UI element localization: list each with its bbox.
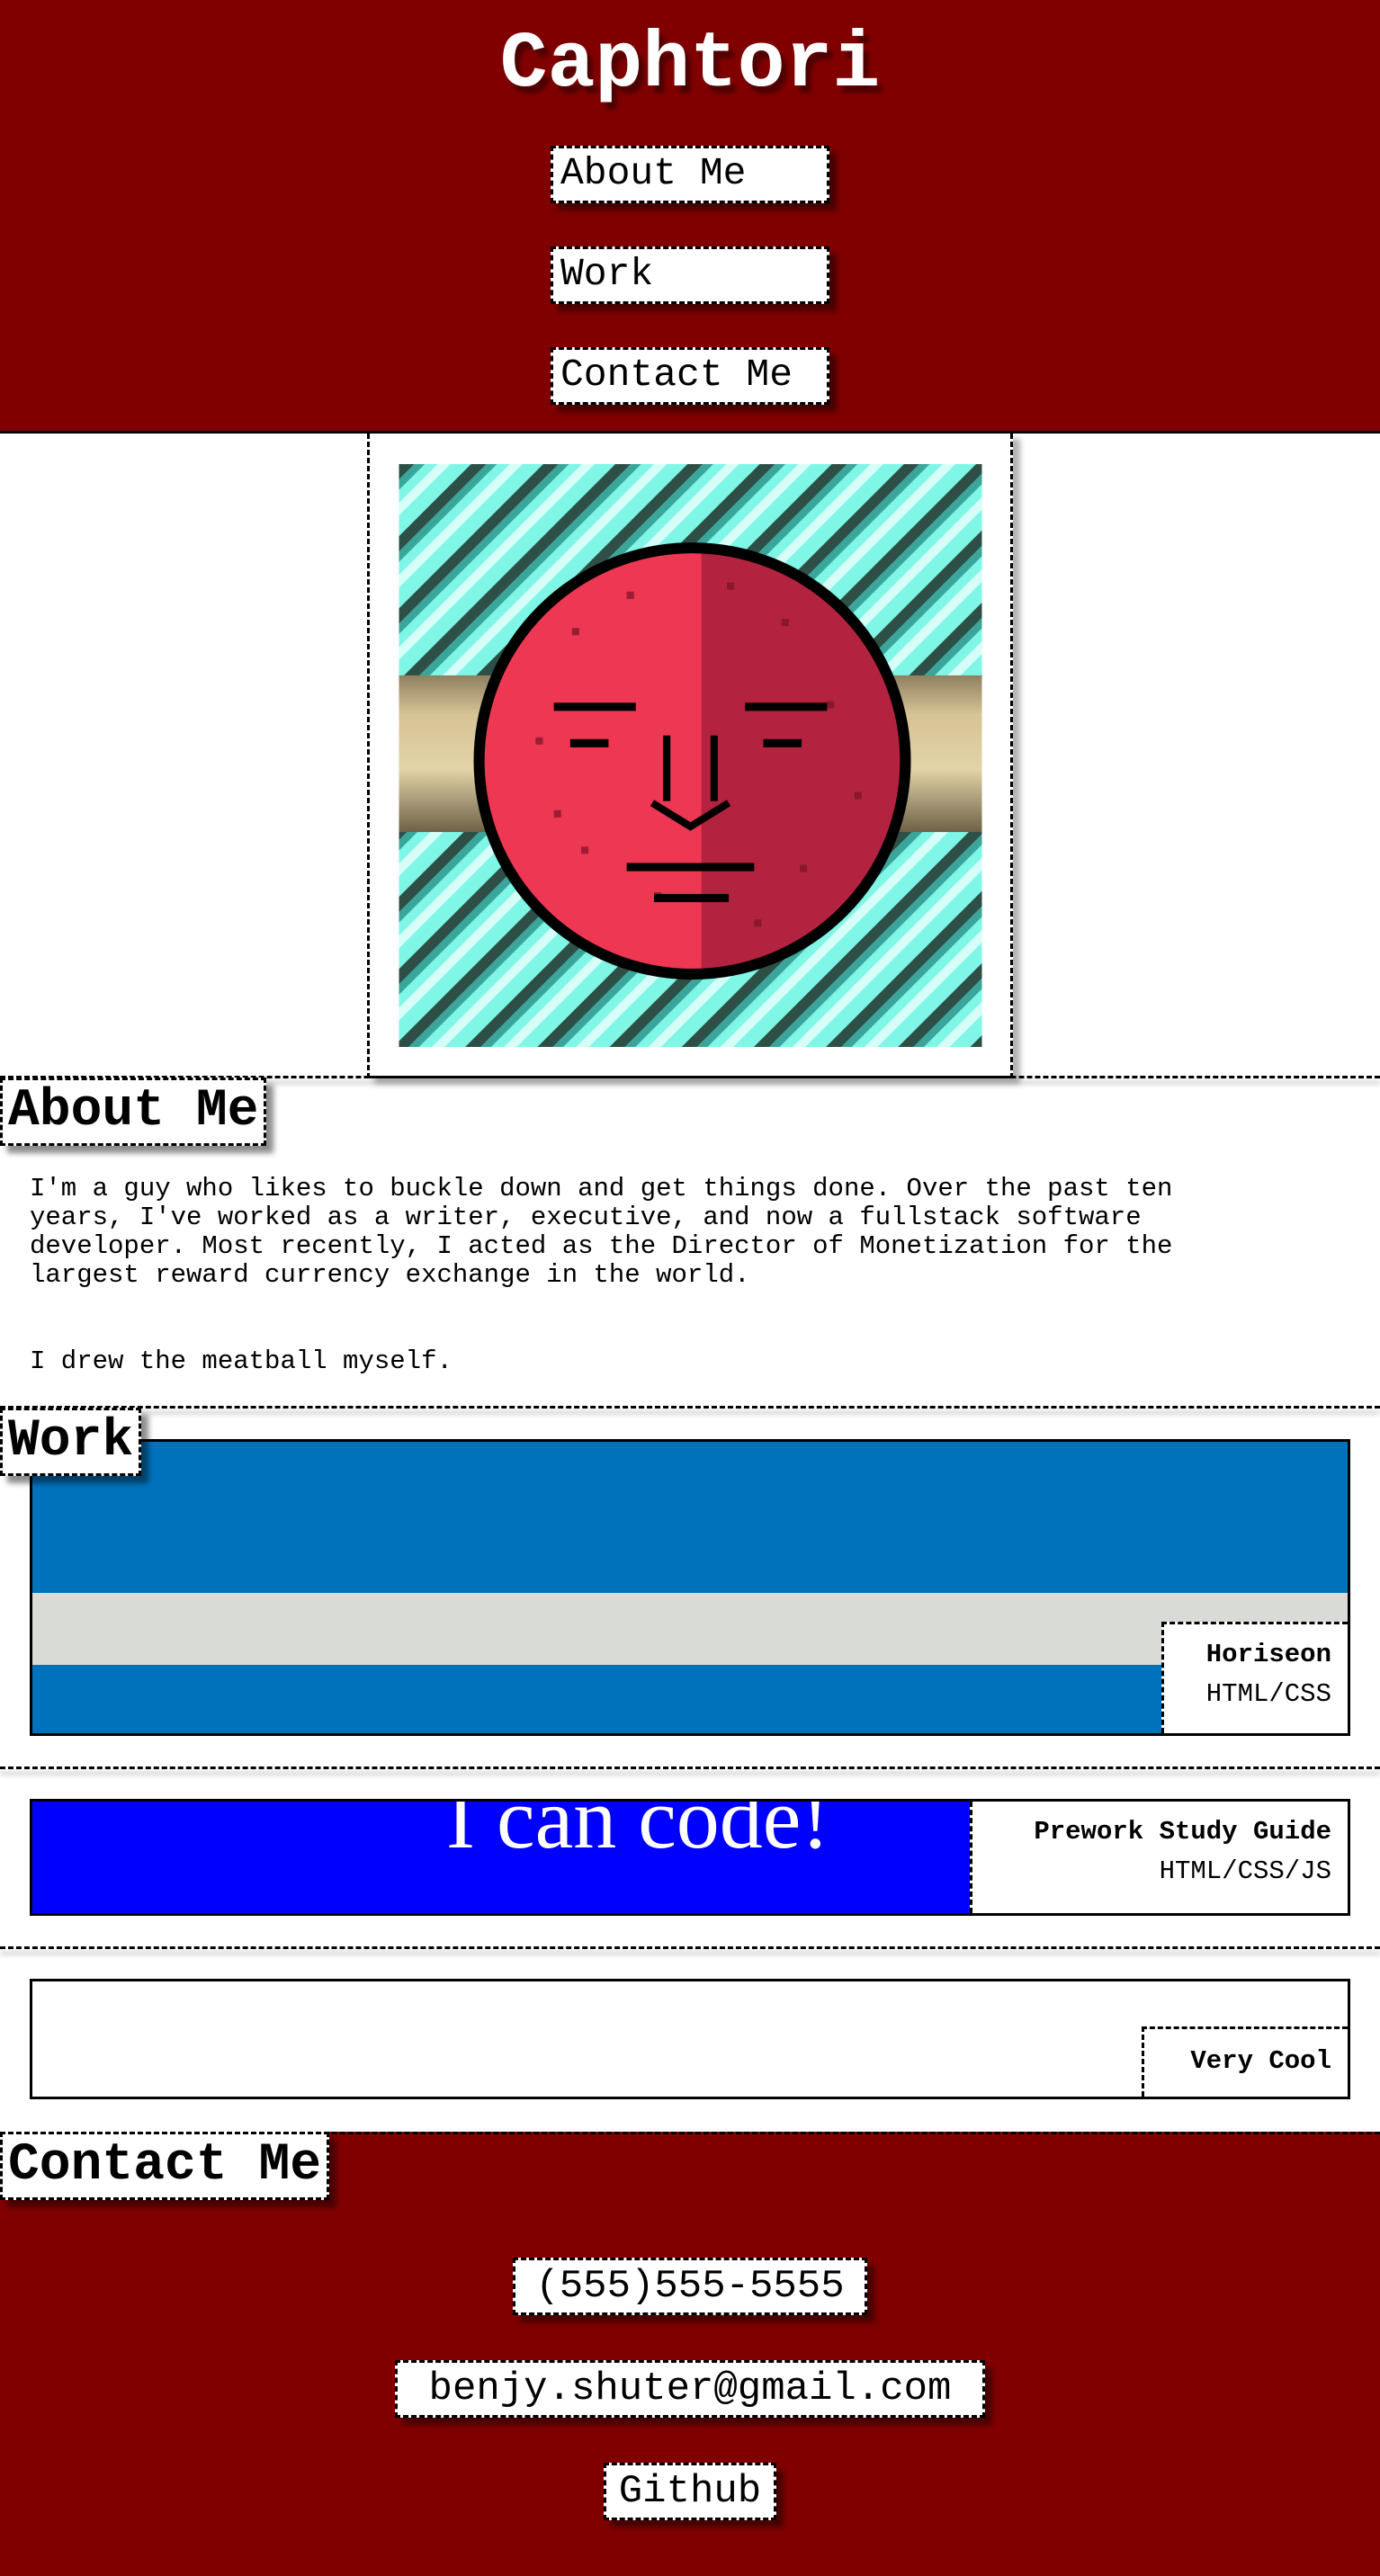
nav-contact-me[interactable]: Contact Me <box>551 347 829 405</box>
horiseon-preview-bottom <box>32 1665 1348 1733</box>
work-heading: Work <box>0 1408 142 1476</box>
section-divider <box>0 1767 1380 1769</box>
project-card-prework[interactable]: I can code! Prework Study Guide HTML/CSS… <box>30 1799 1350 1916</box>
project-caption: Very Cool <box>1142 2026 1348 2097</box>
project-tech: HTML/CSS <box>1205 1679 1331 1709</box>
github-link[interactable]: Github <box>604 2463 776 2520</box>
about-note: I drew the meatball myself. <box>30 1346 453 1376</box>
nav-work[interactable]: Work <box>551 246 829 304</box>
about-heading: About Me <box>0 1078 267 1146</box>
nav-about-me[interactable]: About Me <box>551 146 829 203</box>
project-title: Prework Study Guide <box>1034 1817 1331 1847</box>
horiseon-preview-band <box>32 1593 1348 1665</box>
contact-heading: Contact Me <box>0 2132 330 2200</box>
section-divider <box>0 1406 1380 1409</box>
project-caption: Prework Study Guide HTML/CSS/JS <box>970 1802 1348 1913</box>
email-link[interactable]: benjy.shuter@gmail.com <box>395 2360 985 2418</box>
project-card-very-cool[interactable]: Very Cool <box>30 1979 1350 2099</box>
phone-link[interactable]: (555)555-5555 <box>513 2258 867 2315</box>
project-title: Horiseon <box>1205 1640 1331 1669</box>
site-title: Caphtori <box>499 21 881 110</box>
about-paragraph: I'm a guy who likes to buckle down and g… <box>30 1174 1173 1290</box>
meatball-avatar <box>399 464 982 1047</box>
section-divider <box>0 1946 1380 1949</box>
project-title: Very Cool <box>1190 2046 1331 2076</box>
project-tech: HTML/CSS/JS <box>1159 1856 1331 1886</box>
project-card-horiseon[interactable]: Horiseon HTML/CSS <box>30 1439 1350 1736</box>
project-caption: Horiseon HTML/CSS <box>1161 1622 1348 1733</box>
horiseon-preview-top <box>32 1442 1348 1593</box>
prework-preview-text: I can code! <box>446 1799 830 1866</box>
